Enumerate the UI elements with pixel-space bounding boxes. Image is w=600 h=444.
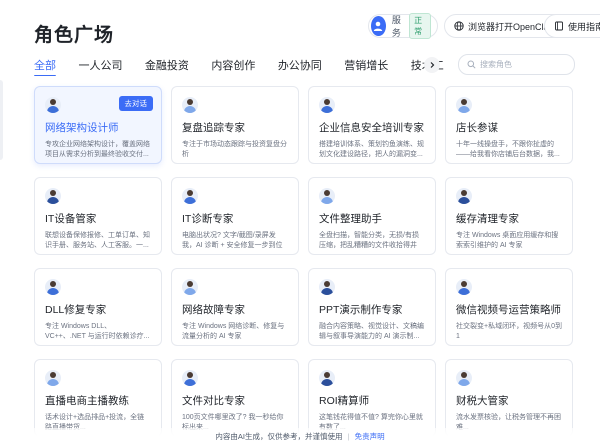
tab-finance[interactable]: 金融投资: [145, 58, 189, 74]
tab-content-creation[interactable]: 内容创作: [211, 58, 255, 74]
role-description: 全盘扫描，智能分类，无损/有损压缩，把乱糟糟的文件收拾得井井...: [319, 232, 419, 249]
role-avatar: [45, 370, 61, 386]
role-avatar: [456, 188, 472, 204]
role-description: 专注 Windows 桌面应用缓存和搜索索引维护的 AI 专家: [456, 232, 559, 249]
globe-icon: [454, 21, 464, 31]
role-title: 网络故障专家: [182, 304, 245, 316]
role-avatar: [182, 370, 198, 386]
role-title: IT设备管家: [45, 213, 97, 225]
role-description: 专注 Windows 网络诊断、修复与流量分析的 AI 专家: [182, 323, 285, 340]
user-guide-button[interactable]: 使用指南: [544, 14, 600, 38]
status-badge: 正常: [409, 13, 431, 39]
header: 角色广场 服务 正常 浏览器打开OpenClaw 使用指南: [34, 13, 600, 48]
role-avatar: [319, 370, 335, 386]
role-title: 店长参谋: [456, 122, 498, 134]
open-in-browser-label: 浏览器打开OpenClaw: [468, 21, 556, 32]
role-title: 直播电商主播教练: [45, 395, 129, 407]
role-card[interactable]: 复盘追踪专家 专注于市场动态跟踪与投资复盘分析: [171, 86, 299, 164]
role-title: IT诊断专家: [182, 213, 234, 225]
tab-marketing[interactable]: 营销增长: [344, 58, 388, 74]
role-description: 搭建培训体系、策划钓鱼演练、规划文化建设路径，把人的漏洞变...: [319, 141, 424, 158]
role-title: 企业信息安全培训专家: [319, 122, 424, 134]
role-description: 专注 Windows DLL、VC++、.NET 与运行时依赖诊疗...: [45, 323, 150, 340]
role-avatar: [456, 279, 472, 295]
role-description: 联想设备保修报修、工单订单、知识手册、服务站、人工客服。一...: [45, 232, 150, 249]
chevron-right-icon: [430, 62, 435, 68]
book-icon: [555, 21, 563, 31]
role-avatar: [319, 97, 335, 113]
role-description: 社交裂变+私域闭环，视频号从0到1: [456, 323, 562, 340]
role-title: PPT演示制作专家: [319, 304, 403, 316]
role-card[interactable]: ROI精算师 这笔钱花得值不值? 算完你心里就有数了...: [308, 359, 436, 437]
role-card[interactable]: DLL修复专家 专注 Windows DLL、VC++、.NET 与运行时依赖诊…: [34, 268, 162, 346]
tab-all[interactable]: 全部: [34, 58, 56, 76]
ai-notice: 内容由AI生成，仅供参考，并谨慎使用: [215, 432, 343, 441]
role-description: 专攻企业网络架构设计，覆盖网络项目从需求分析到最终验收交付...: [45, 141, 150, 158]
role-avatar: [45, 188, 61, 204]
category-tabs: 全部 一人公司 金融投资 内容创作 办公协同 营销增长 技术工程 视觉: [34, 56, 444, 76]
role-avatar: [456, 370, 472, 386]
role-card[interactable]: 缓存清理专家 专注 Windows 桌面应用缓存和搜索索引维护的 AI 专家: [445, 177, 573, 255]
role-card[interactable]: 文件整理助手 全盘扫描，智能分类，无损/有损压缩，把乱糟糟的文件收拾得井井...: [308, 177, 436, 255]
disclaimer-link[interactable]: 免责声明: [355, 432, 385, 441]
search-input[interactable]: [480, 60, 566, 69]
role-avatar: [182, 97, 198, 113]
role-avatar: [319, 188, 335, 204]
role-card[interactable]: 直播电商主播教练 话术设计+选品排品+投流，全链路直播带货...: [34, 359, 162, 437]
role-card[interactable]: IT诊断专家 电脑出状况? 文字/截图/录屏发我，AI 诊断 + 安全修复一步到…: [171, 177, 299, 255]
role-avatar: [319, 279, 335, 295]
tab-office[interactable]: 办公协同: [278, 58, 322, 74]
footer-separator: |: [347, 432, 350, 441]
role-avatar: [45, 279, 61, 295]
footer-notice: 内容由AI生成，仅供参考，并谨慎使用 | 免责声明: [0, 428, 600, 444]
role-description: 电脑出状况? 文字/截图/录屏发我，AI 诊断 + 安全修复一步到位: [182, 232, 283, 249]
tab-one-person-company[interactable]: 一人公司: [78, 58, 122, 74]
role-grid: 去对话 网络架构设计师 专攻企业网络架构设计，覆盖网络项目从需求分析到最终验收交…: [34, 86, 576, 437]
role-card[interactable]: 文件对比专家 100页文件哪里改了? 我一秒给你标出来...: [171, 359, 299, 437]
user-name: 服务: [391, 15, 401, 38]
search-box[interactable]: [458, 54, 575, 75]
page-title: 角色广场: [34, 25, 115, 46]
role-title: 微信视频号运营策略师: [456, 304, 561, 316]
role-title: ROI精算师: [319, 395, 370, 407]
left-edge-tab: [0, 80, 3, 160]
role-description: 专注于市场动态跟踪与投资复盘分析: [182, 141, 287, 158]
role-avatar: [182, 188, 198, 204]
role-card[interactable]: 微信视频号运营策略师 社交裂变+私域闭环，视频号从0到1: [445, 268, 573, 346]
user-guide-label: 使用指南: [568, 21, 600, 32]
role-avatar: [182, 279, 198, 295]
role-card[interactable]: 财税大管家 流水发票核验，让税务管理不再困难...: [445, 359, 573, 437]
user-status-pill[interactable]: 服务 正常: [368, 13, 438, 39]
role-card[interactable]: 企业信息安全培训专家 搭建培训体系、策划钓鱼演练、规划文化建设路径，把人的漏洞变…: [308, 86, 436, 164]
search-icon: [467, 60, 476, 69]
role-title: 财税大管家: [456, 395, 509, 407]
role-title: DLL修复专家: [45, 304, 107, 316]
role-card[interactable]: 网络故障专家 专注 Windows 网络诊断、修复与流量分析的 AI 专家: [171, 268, 299, 346]
role-title: 文件整理助手: [319, 213, 382, 225]
role-title: 文件对比专家: [182, 395, 245, 407]
role-description: 融合内容策略、视觉设计、文稿编辑与叙事导演能力的 AI 演示制...: [319, 323, 424, 340]
role-card[interactable]: PPT演示制作专家 融合内容策略、视觉设计、文稿编辑与叙事导演能力的 AI 演示…: [308, 268, 436, 346]
user-avatar: [371, 16, 386, 36]
start-chat-button[interactable]: 去对话: [118, 96, 153, 111]
role-title: 网络架构设计师: [45, 122, 119, 134]
role-description: 十年一线操盘手，不跟你扯虚的——给我看你店铺后台数据，我...: [456, 141, 560, 158]
role-title: 缓存清理专家: [456, 213, 519, 225]
role-title: 复盘追踪专家: [182, 122, 245, 134]
role-avatar: [456, 97, 472, 113]
role-card[interactable]: 去对话 网络架构设计师 专攻企业网络架构设计，覆盖网络项目从需求分析到最终验收交…: [34, 86, 162, 164]
role-card[interactable]: 店长参谋 十年一线操盘手，不跟你扯虚的——给我看你店铺后台数据，我...: [445, 86, 573, 164]
role-avatar: [45, 97, 61, 113]
tabs-next-button[interactable]: [424, 57, 440, 73]
role-square-page: 角色广场 服务 正常 浏览器打开OpenClaw 使用指南 全部 一人公司 金融…: [0, 0, 600, 444]
role-card[interactable]: IT设备管家 联想设备保修报修、工单订单、知识手册、服务站、人工客服。一...: [34, 177, 162, 255]
user-icon: [374, 21, 383, 31]
